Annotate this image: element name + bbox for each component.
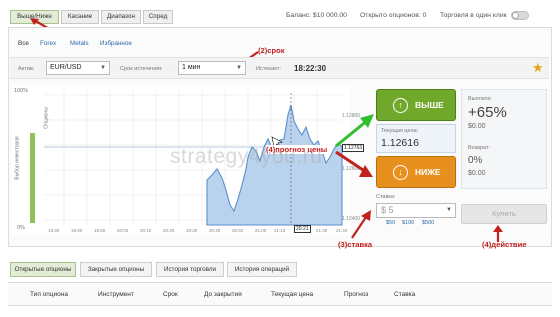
time-tick: 21:10 xyxy=(274,228,286,233)
stake-value: 5 xyxy=(388,205,394,215)
stake-box: Ставка: $ 5 ▼ $50 $100 $500 xyxy=(376,194,456,230)
toggle-knob xyxy=(512,12,519,19)
arrow-up-icon: ↑ xyxy=(393,98,408,113)
current-price-box: Текущая цена: 1.12616 xyxy=(376,124,456,153)
one-click-label: Торговля в один клик xyxy=(440,12,507,19)
arrow-down-icon: ↓ xyxy=(393,165,408,180)
stake-preset-100[interactable]: $100 xyxy=(402,220,414,226)
time-tick: 19:40 xyxy=(71,228,83,233)
buy-button[interactable]: Купить xyxy=(461,204,547,224)
one-click-toggle[interactable] xyxy=(511,11,529,20)
expires-value: 18:22:30 xyxy=(294,64,327,73)
stake-label: Ставка: xyxy=(376,194,396,200)
time-tick: 20:00 xyxy=(117,228,129,233)
annotation-action: (4)действие xyxy=(482,240,527,249)
watermark: strategy4you.ru xyxy=(170,145,323,168)
chevron-down-icon: ▼ xyxy=(236,65,242,71)
payout-label: Выплата: xyxy=(468,96,492,102)
up-button[interactable]: ↑ ВЫШЕ xyxy=(376,89,456,121)
current-price-value: 1.12616 xyxy=(381,137,419,149)
y-bottom-label: 0% xyxy=(17,225,25,231)
time-axis: 19:30 19:40 19:50 20:00 20:10 20:20 20:3… xyxy=(48,225,348,235)
expires-label: Истекает: xyxy=(256,66,282,72)
tab-trade-history[interactable]: История торговли xyxy=(156,262,224,277)
expiry-label: Срок истечения: xyxy=(120,66,163,72)
col-instrument: Инструмент xyxy=(98,291,134,298)
stake-input[interactable]: $ 5 ▼ xyxy=(376,203,456,218)
down-button[interactable]: ↓ НИЖЕ xyxy=(376,156,456,188)
refund-amount: $0.00 xyxy=(468,170,486,177)
col-option-type: Тип опциона xyxy=(30,291,68,298)
balance-label: Баланс: xyxy=(286,12,312,19)
asset-select[interactable]: EUR/USD ▼ xyxy=(46,61,110,75)
open-options-label: Открыто опционов: xyxy=(360,12,421,19)
tab-range[interactable]: Диапазон xyxy=(101,10,141,24)
payout-panel: Выплата: +65% $0.00 Возврат: 0% $0.00 xyxy=(461,89,547,189)
expiry-value: 1 мин xyxy=(182,64,201,71)
down-button-label: НИЖЕ xyxy=(415,167,441,177)
annotation-stake: (3)ставка xyxy=(338,240,373,249)
time-tick: 20:20 xyxy=(163,228,175,233)
stake-currency: $ xyxy=(381,205,387,215)
current-time-tag: 20:21 xyxy=(294,225,311,233)
asset-value: EUR/USD xyxy=(50,64,82,71)
chevron-down-icon: ▼ xyxy=(446,207,452,213)
subtab-favorites[interactable]: Избранное xyxy=(100,40,132,47)
time-tick: 20:30 xyxy=(186,228,198,233)
col-current-price: Текущая цена xyxy=(271,291,314,298)
annotation-arrow-3 xyxy=(351,210,371,239)
options-side-label: Опционы xyxy=(43,107,50,129)
investor-choice-bar xyxy=(30,133,35,223)
time-tick: 20:50 xyxy=(232,228,244,233)
tab-spread[interactable]: Спред xyxy=(143,10,173,24)
balance: Баланс: $10 000.00 xyxy=(286,12,347,19)
time-tick: 20:10 xyxy=(140,228,152,233)
col-stake: Ставка xyxy=(394,291,416,298)
col-to-close: До закрытия xyxy=(204,291,242,298)
balance-value: $10 000.00 xyxy=(312,12,347,19)
current-price-label: Текущая цена: xyxy=(381,128,419,134)
subtab-forex[interactable]: Forex xyxy=(40,40,56,47)
time-tick: 21:30 xyxy=(316,228,328,233)
subtab-all[interactable]: Все xyxy=(18,40,29,47)
chevron-down-icon: ▼ xyxy=(100,65,106,71)
asset-label: Актив: xyxy=(18,66,35,72)
col-forecast: Прогноз xyxy=(344,291,369,298)
stake-preset-500[interactable]: $500 xyxy=(422,220,434,226)
options-table-header: Тип опциона Инструмент Срок До закрытия … xyxy=(8,282,552,306)
payout-amount: $0.00 xyxy=(468,123,486,130)
y-top-label: 100% xyxy=(14,88,29,94)
tab-open-options[interactable]: Открытые опционы xyxy=(10,262,76,277)
payout-value: +65% xyxy=(468,104,507,121)
star-icon[interactable]: ★ xyxy=(532,60,544,76)
up-button-label: ВЫШЕ xyxy=(415,100,444,110)
time-tick: 21:00 xyxy=(255,228,267,233)
annotation-arrows-green-red xyxy=(335,114,374,177)
time-tick: 19:50 xyxy=(94,228,106,233)
y-axis-title: Выбор инвесторов xyxy=(14,136,21,180)
tab-operations-history[interactable]: История операций xyxy=(227,262,297,277)
time-tick: 19:30 xyxy=(48,228,60,233)
time-tick: 20:40 xyxy=(209,228,221,233)
open-options-value: 0 xyxy=(422,12,427,19)
col-term: Срок xyxy=(163,291,178,298)
open-options: Открыто опционов: 0 xyxy=(360,12,426,19)
refund-label: Возврат: xyxy=(468,145,491,151)
refund-value: 0% xyxy=(468,155,483,166)
subtab-metals[interactable]: Metals xyxy=(70,40,89,47)
stake-preset-50[interactable]: $50 xyxy=(386,220,395,226)
expiry-select[interactable]: 1 мин ▼ xyxy=(178,61,246,75)
tab-closed-options[interactable]: Закрытые опционы xyxy=(80,262,152,277)
